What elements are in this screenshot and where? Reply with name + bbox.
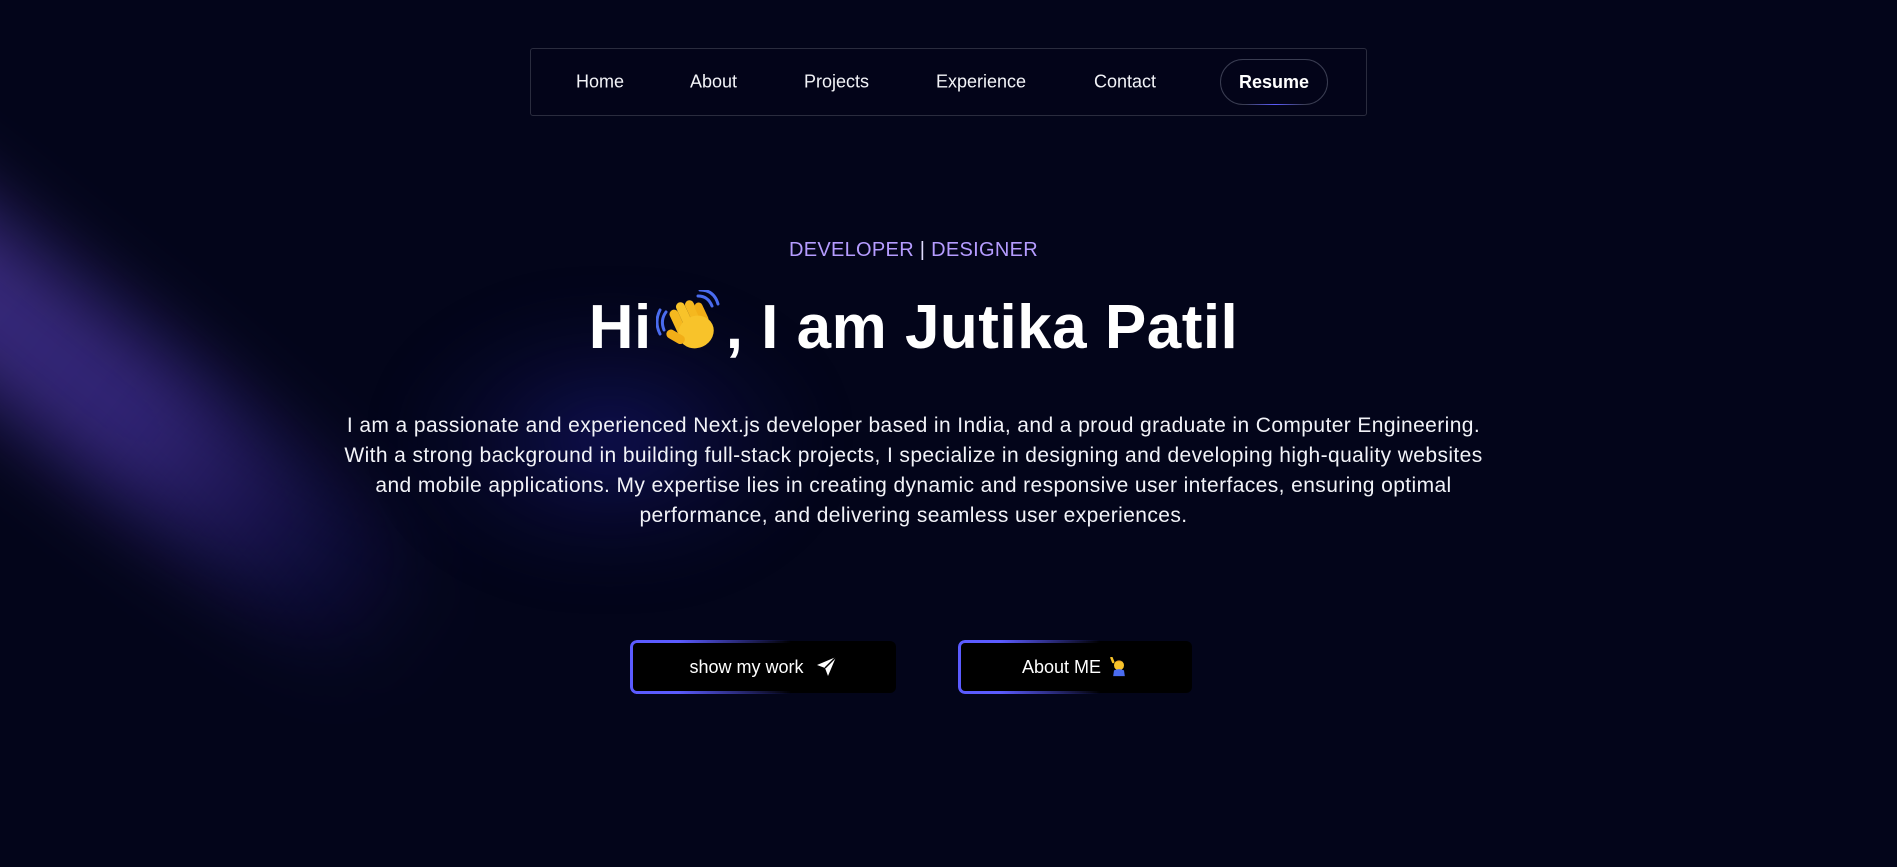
intro-paragraph: I am a passionate and experienced Next.j… <box>344 414 1483 527</box>
portfolio-page: Home About Projects Experience Contact R… <box>0 0 1897 867</box>
top-navbar: Home About Projects Experience Contact R… <box>530 48 1367 116</box>
about-me-button[interactable]: About ME <box>959 641 1192 693</box>
nav-home-link[interactable]: Home <box>576 72 624 93</box>
person-raising-hand-icon <box>1110 657 1125 677</box>
hero-headline: Hi , I am Jutika Patil <box>0 290 1827 363</box>
resume-button[interactable]: Resume <box>1220 59 1328 105</box>
waving-hand-icon <box>655 290 720 349</box>
background-light-beam <box>0 110 459 697</box>
role-separator: | <box>919 239 926 261</box>
resume-underline-glow <box>1245 104 1305 105</box>
about-me-label: About ME <box>1021 656 1102 677</box>
show-my-work-button[interactable]: show my work <box>631 641 896 693</box>
name-text: , I am Jutika Patil <box>725 293 1239 362</box>
nav-experience-link[interactable]: Experience <box>936 72 1026 93</box>
nav-about-link[interactable]: About <box>690 72 737 93</box>
show-my-work-label: show my work <box>689 656 804 677</box>
role-developer: DEVELOPER <box>788 239 914 261</box>
nav-projects-link[interactable]: Projects <box>804 72 869 93</box>
role-designer: DESIGNER <box>931 239 1039 261</box>
nav-contact-link[interactable]: Contact <box>1094 72 1156 93</box>
resume-button-label: Resume <box>1238 71 1310 92</box>
paper-plane-icon <box>816 656 837 676</box>
role-tagline: DEVELOPER | DESIGNER <box>0 239 1827 262</box>
greeting-text: Hi <box>588 293 652 362</box>
